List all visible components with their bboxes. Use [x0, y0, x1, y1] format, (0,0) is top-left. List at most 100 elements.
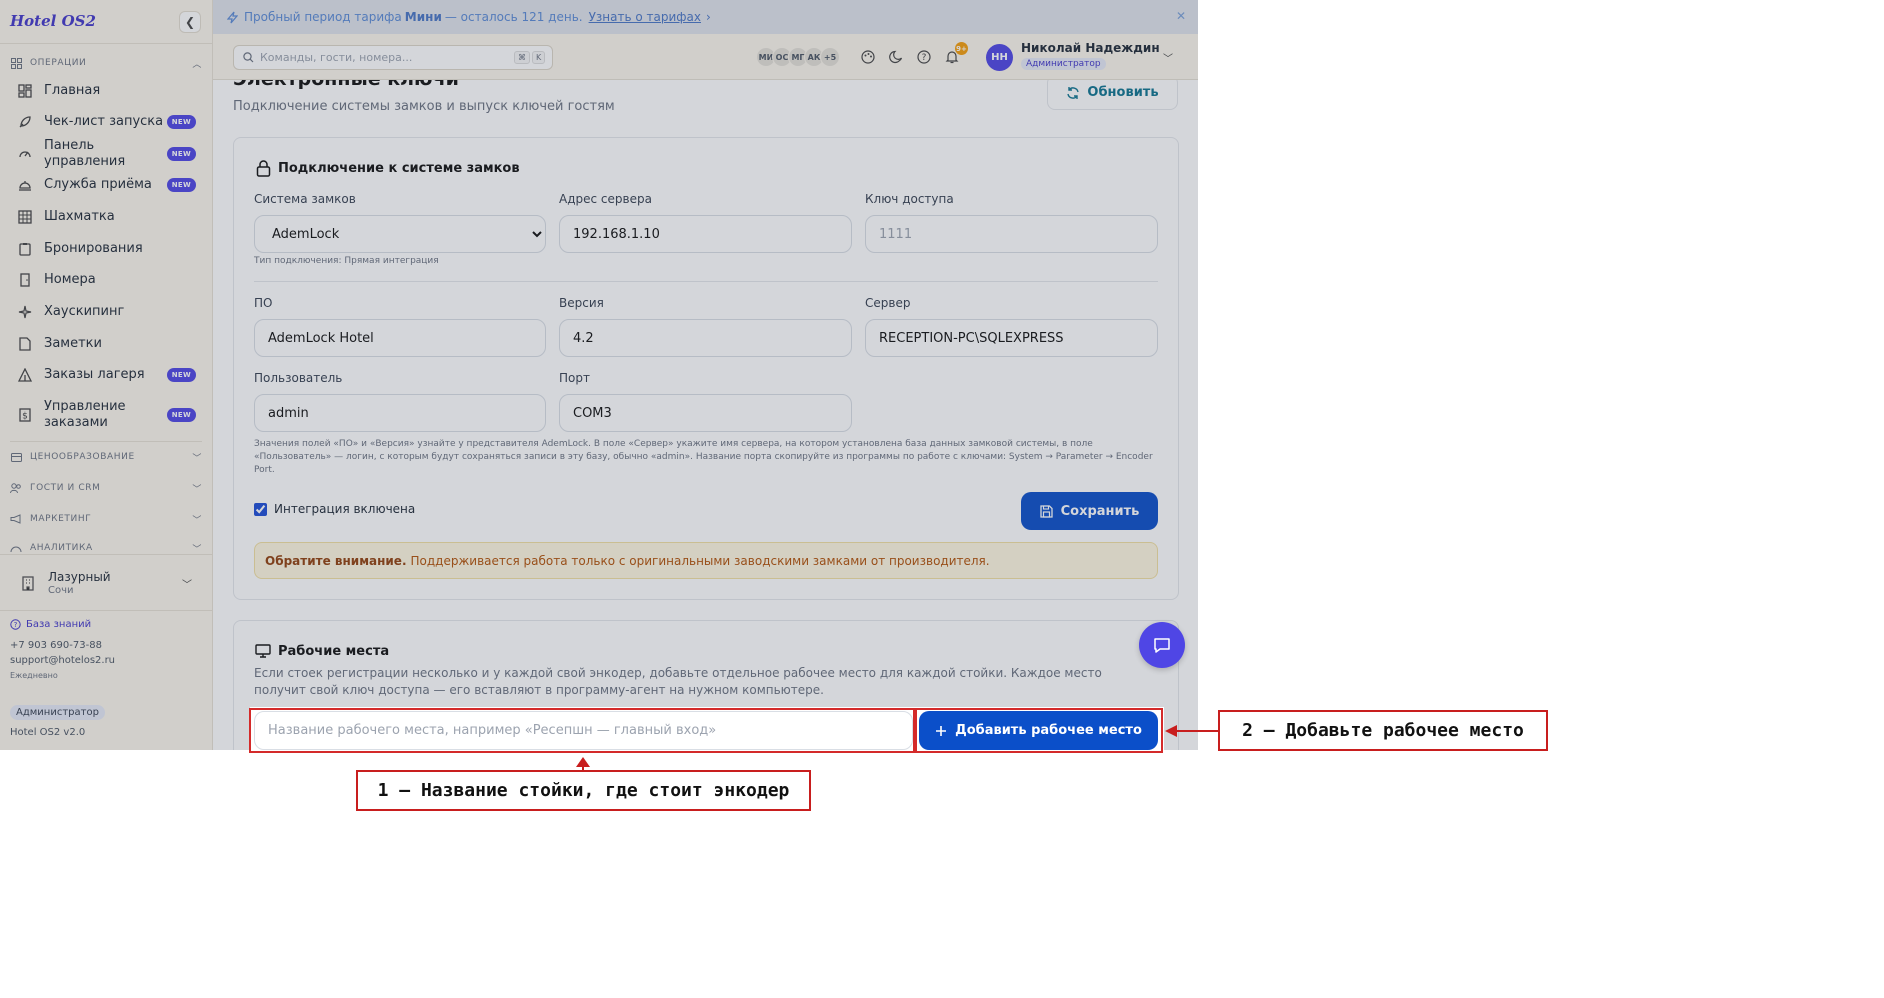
new-badge: NEW — [166, 408, 196, 422]
sidebar-item-label: Панель управления — [44, 138, 126, 169]
app-window: Hotel OS2 ❮ ОПЕРАЦИИ ︿ Главная Чек-лист … — [0, 0, 1198, 750]
card-title-text: Рабочие места — [278, 643, 390, 659]
search-placeholder: Команды, гости, номера... — [260, 51, 413, 64]
avatars-more: +5 — [820, 47, 840, 67]
brand-logo[interactable]: Hotel OS2 — [10, 12, 96, 30]
online-users[interactable]: МИ ОС МГ АК +5 — [756, 47, 840, 67]
section-guests-crm[interactable]: ГОСТИ И CRM ﹀ — [10, 480, 202, 496]
integration-toggle[interactable]: Интеграция включена — [254, 502, 415, 516]
sidebar-item-front-desk[interactable]: Служба приёма NEW — [10, 171, 202, 199]
version-label: Версия — [559, 296, 604, 310]
sidebar-item-order-management[interactable]: $ Управление заказами NEW — [10, 398, 202, 432]
chevron-down-icon: ﹀ — [192, 453, 202, 464]
support-email[interactable]: support@hotelos2.ru — [10, 655, 115, 666]
new-badge: NEW — [166, 368, 196, 382]
warning-bold: Обратите внимание. — [265, 553, 407, 568]
sidebar-divider — [10, 441, 202, 442]
chevron-down-icon: ﹀ — [182, 579, 192, 591]
banner-text-suffix: — осталось 121 день. — [444, 10, 583, 24]
moon-icon[interactable] — [885, 46, 907, 68]
sidebar-item-chessboard[interactable]: Шахматка — [10, 203, 202, 231]
support-hours: Ежедневно — [10, 671, 58, 680]
user-avatar[interactable]: НН — [986, 44, 1013, 71]
section-label: ЦЕНООБРАЗОВАНИЕ — [30, 452, 135, 462]
building-icon — [18, 573, 38, 593]
refresh-button[interactable]: Обновить — [1047, 80, 1178, 110]
access-key-label: Ключ доступа — [865, 192, 954, 206]
chevron-left-icon: ❮ — [184, 15, 196, 29]
save-label: Сохранить — [1060, 503, 1140, 519]
section-operations[interactable]: ОПЕРАЦИИ ︿ — [10, 55, 202, 71]
access-key-input[interactable] — [865, 215, 1158, 253]
palette-icon[interactable] — [857, 46, 879, 68]
lightning-icon — [227, 11, 238, 24]
sidebar-collapse-button[interactable]: ❮ — [179, 11, 201, 33]
user-name[interactable]: Николай Надеждин — [1021, 41, 1160, 55]
sidebar-item-home[interactable]: Главная — [10, 77, 202, 105]
section-analytics[interactable]: АНАЛИТИКА ﹀ — [10, 542, 202, 554]
refresh-icon — [1066, 86, 1080, 100]
tent-icon — [16, 366, 34, 384]
section-pricing[interactable]: ЦЕНООБРАЗОВАНИЕ ﹀ — [10, 449, 202, 465]
dashboard-icon — [16, 82, 34, 100]
originals-warning: Обратите внимание. Поддерживается работа… — [254, 542, 1158, 579]
user-role-badge: Администратор — [1021, 58, 1106, 70]
support-phone[interactable]: +7 903 690-73-88 — [10, 640, 102, 651]
section-marketing[interactable]: МАРКЕТИНГ ﹀ — [10, 511, 202, 527]
sidebar-item-label: Шахматка — [44, 209, 115, 224]
save-button[interactable]: Сохранить — [1021, 492, 1158, 530]
shortcut-key-k: K — [532, 51, 546, 64]
role-badge: Администратор — [10, 705, 105, 720]
integration-checkbox[interactable] — [254, 502, 267, 516]
highlight-name-field — [249, 708, 915, 753]
fields-help-text: Значения полей «ПО» и «Версия» узнайте у… — [254, 439, 1153, 475]
arrow-up-icon — [576, 757, 590, 767]
sidebar-item-control-panel[interactable]: Панель управления NEW — [10, 138, 202, 169]
note-icon — [16, 335, 34, 353]
chevron-down-icon[interactable]: ﹀ — [1163, 50, 1173, 65]
lock-system-select[interactable]: AdemLock — [254, 215, 546, 253]
hotel-selector[interactable]: Лазурный Сочи ﹀ — [10, 565, 202, 601]
section-label: АНАЛИТИКА — [30, 543, 93, 553]
lock-icon — [254, 159, 272, 177]
svg-text:?: ? — [922, 53, 927, 63]
chat-button[interactable] — [1139, 622, 1185, 668]
divider — [254, 281, 1158, 282]
chevron-down-icon: ﹀ — [192, 544, 202, 555]
receipt-icon: $ — [16, 406, 34, 424]
lock-system-card: Подключение к системе замков Система зам… — [233, 137, 1179, 600]
port-input[interactable] — [559, 394, 852, 432]
new-badge: NEW — [166, 147, 196, 161]
command-search[interactable]: Команды, гости, номера... ⌘ K — [233, 45, 553, 70]
version-input[interactable] — [559, 319, 852, 357]
search-icon — [243, 52, 254, 63]
software-input[interactable] — [254, 319, 546, 357]
users-icon — [10, 482, 22, 494]
pricing-link[interactable]: Узнать о тарифах — [589, 10, 701, 24]
knowledge-base-link[interactable]: ? База знаний — [10, 619, 91, 630]
top-bar: Команды, гости, номера... ⌘ K МИ ОС МГ А… — [213, 34, 1198, 80]
banner-plan: Мини — [404, 10, 442, 24]
sidebar-divider — [0, 610, 212, 611]
server-input[interactable] — [865, 319, 1158, 357]
bell-desk-icon — [16, 176, 34, 194]
monitor-icon — [254, 642, 272, 660]
sidebar-item-camp-orders[interactable]: Заказы лагеря NEW — [10, 361, 202, 389]
banner-text-prefix: Пробный период тарифа — [244, 10, 402, 24]
sidebar-item-label: Хаускипинг — [44, 304, 125, 319]
chat-bubble-icon — [1153, 637, 1171, 654]
hotel-city: Сочи — [48, 585, 74, 596]
section-label: МАРКЕТИНГ — [30, 514, 92, 524]
sidebar-item-launch-checklist[interactable]: Чек-лист запуска NEW — [10, 108, 202, 136]
help-icon[interactable]: ? — [913, 46, 935, 68]
highlight-add-button — [915, 708, 1163, 753]
user-input[interactable] — [254, 394, 546, 432]
sidebar-item-rooms[interactable]: Номера — [10, 266, 202, 294]
sidebar-item-label: Номера — [44, 272, 96, 287]
sidebar-item-bookings[interactable]: Бронирования — [10, 235, 202, 263]
sidebar-item-label: Главная — [44, 83, 101, 98]
close-icon[interactable]: ✕ — [1176, 9, 1186, 23]
server-address-input[interactable] — [559, 215, 852, 253]
sidebar-item-housekeeping[interactable]: Хаускипинг — [10, 298, 202, 326]
sidebar-item-notes[interactable]: Заметки — [10, 330, 202, 358]
